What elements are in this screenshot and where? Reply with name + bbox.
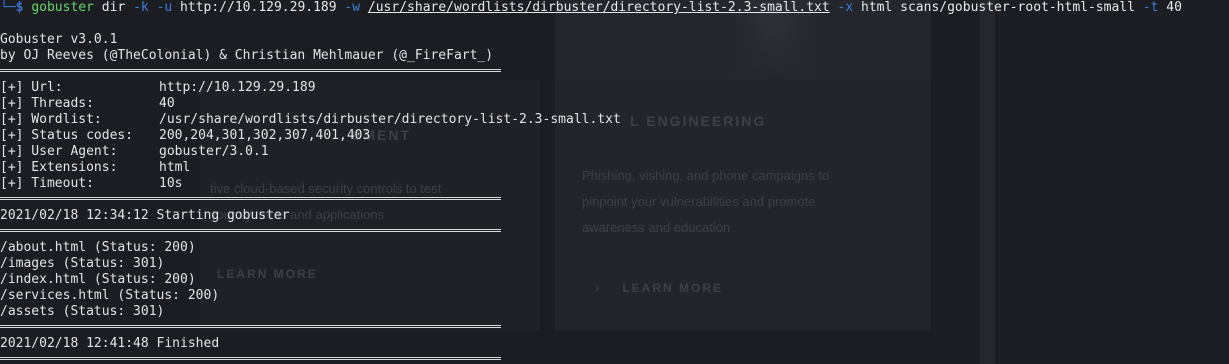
result-line: /about.html (Status: 200): [0, 240, 196, 255]
config-value: http://10.129.29.189: [159, 80, 316, 95]
output-path-arg: scans/gobuster-root-html-small: [900, 0, 1135, 15]
config-label: [+] Url:: [0, 80, 63, 95]
config-line: [+] Threads: 40: [0, 96, 175, 112]
result-line: /images (Status: 301): [0, 256, 165, 271]
config-label: [+] Extensions:: [0, 160, 118, 175]
banner-credits: by OJ Reeves (@TheColonial) & Christian …: [0, 48, 494, 63]
result-line: /assets (Status: 301): [0, 304, 165, 319]
flag-x: -x: [837, 0, 854, 15]
background-right-paragraph-line: awareness and education: [582, 220, 731, 235]
config-label: [+] Status codes:: [0, 128, 134, 143]
prompt-sign: $: [15, 0, 24, 15]
config-value: 10s: [159, 176, 183, 191]
background-side-band: [980, 0, 995, 364]
finish-status-line: 2021/02/18 12:41:48 Finished: [0, 336, 220, 351]
config-line: [+] Wordlist: /usr/share/wordlists/dirbus…: [0, 112, 621, 128]
background-right-paragraph-line: Phishing, vishing, and phone campaigns t…: [582, 168, 830, 183]
config-line: [+] Timeout: 10s: [0, 176, 182, 192]
background-right-heading: L ENGINEERING: [630, 113, 767, 129]
config-label: [+] Wordlist:: [0, 112, 102, 127]
config-value: html: [159, 160, 191, 175]
config-value: 40: [159, 96, 175, 111]
flag-k: -k: [133, 0, 149, 15]
config-line: [+] Url: http://10.129.29.189: [0, 80, 316, 96]
background-left-learn-more-link: LEARN MORE: [217, 267, 318, 281]
wordlist-path-arg[interactable]: /usr/share/wordlists/dirbuster/directory…: [368, 0, 830, 15]
background-right-paragraph-line: pinpoint your vulnerabilities and promot…: [582, 194, 816, 209]
command-mode: dir: [101, 0, 126, 15]
separator-rule: [0, 69, 501, 72]
config-line: [+] Status codes: 200,204,301,302,307,401…: [0, 128, 370, 144]
config-line: [+] User Agent: gobuster/3.0.1: [0, 144, 269, 160]
config-label: [+] Threads:: [0, 96, 94, 111]
target-url-arg: http://10.129.29.189: [180, 0, 337, 15]
result-line: /services.html (Status: 200): [0, 288, 220, 303]
separator-rule: [0, 357, 501, 360]
separator-rule: [0, 229, 501, 232]
config-label: [+] Timeout:: [0, 176, 94, 191]
flag-w: -w: [344, 0, 361, 15]
result-line: /index.html (Status: 200): [0, 272, 196, 287]
command-line: └─$ gobuster dir -k -u http://10.129.29.…: [0, 0, 1182, 16]
config-line: [+] Extensions: html: [0, 160, 190, 176]
prompt-corner: └─: [0, 0, 16, 15]
background-right-learn-more-label: LEARN MORE: [622, 281, 724, 295]
config-value: 200,204,301,302,307,401,403: [159, 128, 371, 143]
start-status-line: 2021/02/18 12:34:12 Starting gobuster: [0, 208, 290, 223]
separator-rule: [0, 325, 501, 328]
extension-arg: html: [861, 0, 893, 15]
threads-arg: 40: [1166, 0, 1182, 15]
config-value: /usr/share/wordlists/dirbuster/directory…: [159, 112, 621, 127]
command-name: gobuster: [31, 0, 94, 15]
config-label: [+] User Agent:: [0, 144, 118, 159]
background-right-learn-more-link: › LEARN MORE: [595, 281, 724, 295]
banner-title: Gobuster v3.0.1: [0, 32, 118, 47]
separator-rule: [0, 197, 501, 200]
flag-u: -u: [156, 0, 173, 15]
flag-t: -t: [1142, 0, 1159, 15]
config-value: gobuster/3.0.1: [159, 144, 269, 159]
